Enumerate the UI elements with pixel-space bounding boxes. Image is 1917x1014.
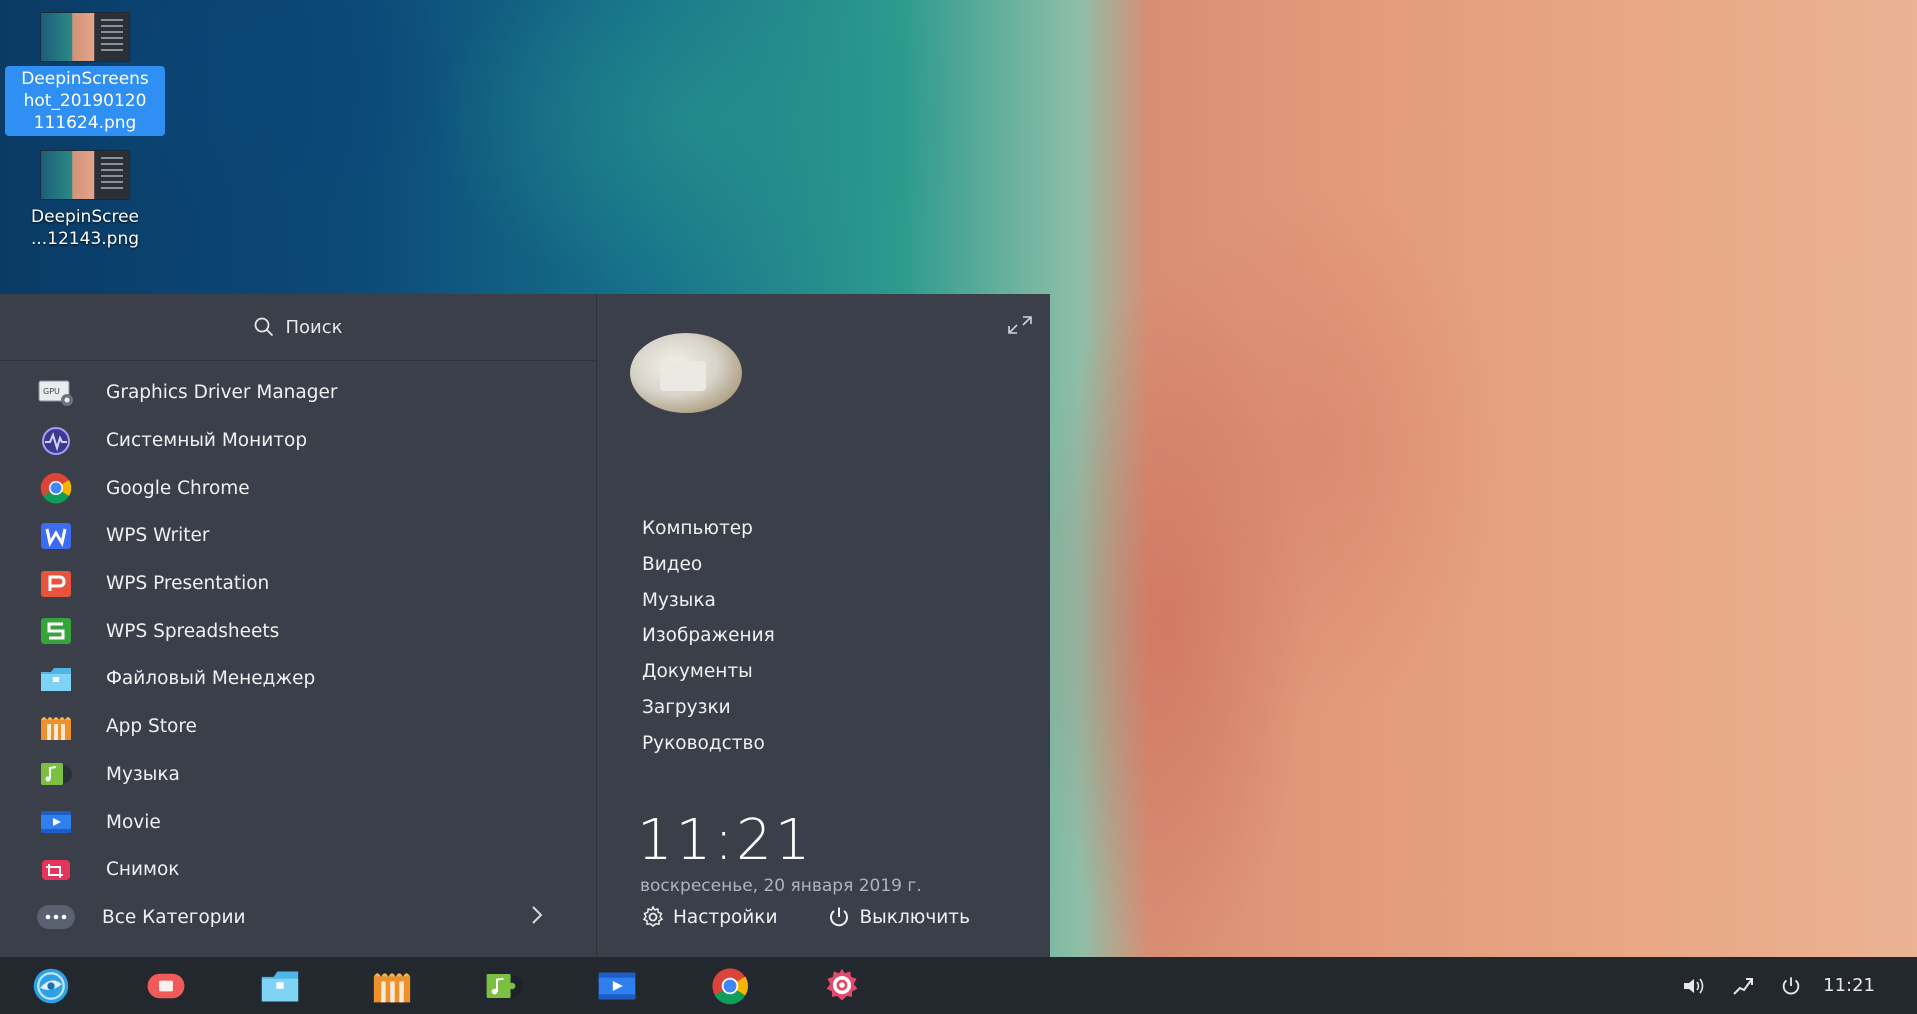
launcher-actions: Настройки Выключить — [641, 905, 970, 929]
gpu-icon: GPU — [36, 378, 76, 408]
app-label: App Store — [106, 716, 197, 738]
app-label: Movie — [106, 811, 161, 833]
app-item-app-store[interactable]: App Store — [0, 703, 596, 751]
show-desktop-area[interactable] — [1897, 957, 1917, 1014]
network-button[interactable] — [1719, 957, 1767, 1014]
avatar[interactable] — [630, 333, 742, 413]
wps-presentation-icon — [36, 569, 76, 599]
app-label: WPS Presentation — [106, 573, 270, 595]
desktop-file-screenshot-1[interactable]: DeepinScreens hot_20190120 111624.png — [5, 12, 165, 136]
taskbar: 11:21 — [0, 957, 1917, 1014]
power-button[interactable] — [1767, 957, 1815, 1014]
all-categories-label: Все Категории — [102, 906, 246, 928]
search-input[interactable]: Поиск — [0, 294, 596, 361]
music-icon — [36, 759, 76, 789]
movie-icon — [598, 972, 636, 1000]
place-music[interactable]: Музыка — [642, 583, 775, 619]
chevron-right-icon — [530, 904, 544, 932]
settings-icon — [826, 968, 858, 1001]
launcher-menu: Поиск GPU Graphics Driver Manager Систем… — [0, 294, 1050, 957]
place-documents[interactable]: Документы — [642, 654, 775, 690]
app-store-icon — [36, 712, 76, 742]
svg-text:GPU: GPU — [43, 387, 60, 396]
app-label: Снимок — [106, 859, 180, 881]
app-label: WPS Spreadsheets — [106, 620, 280, 642]
place-video[interactable]: Видео — [642, 547, 775, 583]
dock-movie[interactable] — [597, 966, 637, 1006]
app-item-google-chrome[interactable]: Google Chrome — [0, 464, 596, 512]
app-item-screenshot[interactable]: Снимок — [0, 846, 596, 894]
file-manager-icon — [36, 664, 76, 694]
app-label: Google Chrome — [106, 477, 250, 499]
place-pictures[interactable]: Изображения — [642, 618, 775, 654]
system-monitor-icon — [36, 426, 76, 456]
wps-spreadsheets-icon — [36, 616, 76, 646]
places-list: Компьютер Видео Музыка Изображения Докум… — [642, 511, 775, 762]
search-placeholder: Поиск — [285, 316, 343, 338]
shutdown-label: Выключить — [859, 906, 970, 928]
more-icon — [36, 902, 76, 932]
screenshot-icon — [36, 855, 76, 885]
app-item-movie[interactable]: Movie — [0, 798, 596, 846]
app-label: Музыка — [106, 763, 180, 785]
desktop-file-screenshot-2[interactable]: DeepinScree ...12143.png — [5, 150, 165, 252]
gear-icon — [642, 905, 664, 927]
place-downloads[interactable]: Загрузки — [642, 690, 775, 726]
network-icon — [1733, 977, 1754, 995]
launcher-clock: 11:21 — [637, 808, 814, 873]
app-item-wps-writer[interactable]: WPS Writer — [0, 512, 596, 560]
system-tray: 11:21 — [1671, 957, 1917, 1014]
app-store-icon — [373, 973, 411, 1003]
deepin-launcher-icon — [33, 968, 69, 1004]
app-item-graphics-driver-manager[interactable]: GPU Graphics Driver Manager — [0, 369, 596, 417]
desktop-file-label: DeepinScreens hot_20190120 111624.png — [5, 66, 165, 136]
settings-button[interactable]: Настройки — [641, 905, 777, 929]
dock-screen-recorder[interactable] — [146, 966, 186, 1006]
chrome-icon — [712, 968, 749, 1005]
screen-recorder-icon — [147, 973, 185, 999]
app-label: Системный Монитор — [106, 430, 308, 452]
place-computer[interactable]: Компьютер — [642, 511, 775, 547]
app-item-wps-presentation[interactable]: WPS Presentation — [0, 560, 596, 608]
dock-settings[interactable] — [822, 966, 862, 1006]
launcher-date: воскресенье, 20 января 2019 г. — [640, 876, 922, 896]
all-categories-button[interactable]: Все Категории — [0, 894, 596, 942]
file-manager-icon — [261, 971, 299, 1002]
launcher-app-pane: Поиск GPU Graphics Driver Manager Систем… — [0, 294, 596, 957]
volume-button[interactable] — [1671, 957, 1719, 1014]
image-thumbnail-icon — [40, 150, 130, 200]
search-icon — [255, 317, 274, 337]
settings-label: Настройки — [673, 906, 778, 928]
desktop-file-label: DeepinScree ...12143.png — [30, 207, 140, 249]
tray-clock[interactable]: 11:21 — [1815, 975, 1897, 996]
place-manual[interactable]: Руководство — [642, 726, 775, 762]
shutdown-button[interactable]: Выключить — [827, 905, 970, 929]
wps-writer-icon — [36, 521, 76, 551]
image-thumbnail-icon — [40, 12, 130, 62]
app-item-system-monitor[interactable]: Системный Монитор — [0, 417, 596, 465]
dock-music[interactable] — [485, 966, 525, 1006]
music-icon — [486, 974, 523, 998]
fullscreen-toggle-icon[interactable] — [1006, 314, 1034, 340]
power-icon — [1782, 976, 1800, 994]
deepin-launcher-button[interactable] — [31, 966, 71, 1006]
dock-app-store[interactable] — [372, 966, 412, 1006]
app-label: WPS Writer — [106, 525, 210, 547]
app-item-file-manager[interactable]: Файловый Менеджер — [0, 655, 596, 703]
launcher-side-pane: Компьютер Видео Музыка Изображения Докум… — [597, 294, 1050, 957]
app-list: GPU Graphics Driver Manager Системный Мо… — [0, 369, 596, 941]
dock-file-manager[interactable] — [260, 966, 300, 1006]
volume-icon — [1684, 978, 1704, 993]
app-label: Файловый Менеджер — [106, 668, 316, 690]
power-icon — [830, 907, 849, 927]
movie-icon — [36, 807, 76, 837]
app-item-music[interactable]: Музыка — [0, 751, 596, 799]
chrome-icon — [36, 473, 76, 504]
app-label: Graphics Driver Manager — [106, 382, 338, 404]
dock-google-chrome[interactable] — [710, 966, 750, 1006]
app-item-wps-spreadsheets[interactable]: WPS Spreadsheets — [0, 607, 596, 655]
